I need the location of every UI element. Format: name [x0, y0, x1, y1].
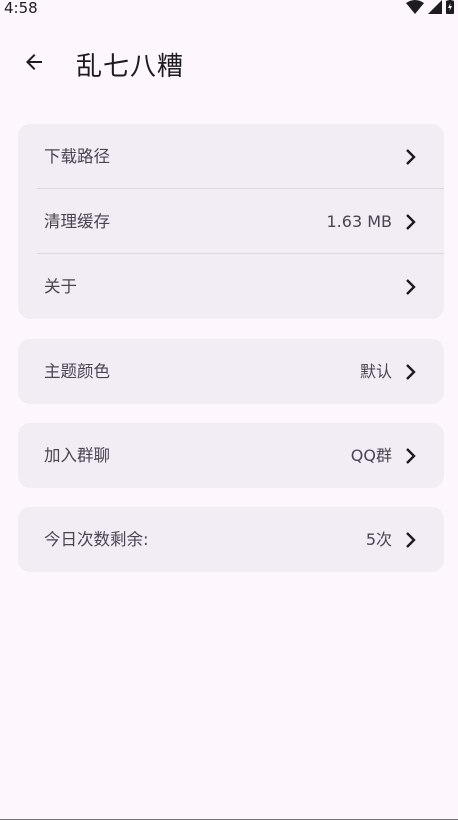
- settings-group-usage: 今日次数剩余: 5次: [18, 507, 444, 572]
- theme-color-value: 默认: [359, 362, 392, 381]
- clear-cache-row[interactable]: 清理缓存 1.63 MB: [18, 189, 444, 254]
- battery-charging-icon: [446, 0, 454, 18]
- status-time: 4:58: [4, 0, 38, 17]
- row-label: 关于: [44, 277, 77, 296]
- qq-group-value: QQ群: [350, 446, 392, 465]
- about-row[interactable]: 关于: [18, 254, 444, 319]
- page-title: 乱七八糟: [76, 52, 185, 82]
- app-bar: 乱七八糟: [0, 30, 458, 98]
- chevron-right-icon: [404, 278, 418, 296]
- settings-group-community: 加入群聊 QQ群: [18, 423, 444, 488]
- chevron-right-icon: [404, 531, 418, 549]
- row-label: 下载路径: [44, 147, 110, 166]
- chevron-right-icon: [404, 363, 418, 381]
- arrow-left-icon: [22, 50, 46, 78]
- join-group-chat-row[interactable]: 加入群聊 QQ群: [18, 423, 444, 488]
- cache-size-value: 1.63 MB: [326, 212, 393, 231]
- chevron-right-icon: [404, 213, 418, 231]
- row-label: 加入群聊: [44, 446, 110, 465]
- status-icons: [406, 0, 454, 16]
- remaining-uses-value: 5次: [365, 530, 392, 549]
- status-bar: 4:58: [0, 0, 458, 18]
- theme-color-row[interactable]: 主题颜色 默认: [18, 339, 444, 404]
- wifi-icon: [406, 0, 424, 18]
- download-path-row[interactable]: 下载路径: [18, 124, 444, 189]
- settings-group-general: 下载路径 清理缓存 1.63 MB 关于: [18, 124, 444, 319]
- back-button[interactable]: [14, 44, 54, 84]
- cell-signal-icon: [428, 0, 442, 18]
- chevron-right-icon: [404, 447, 418, 465]
- chevron-right-icon: [404, 148, 418, 166]
- row-label: 主题颜色: [44, 362, 110, 381]
- row-label: 今日次数剩余:: [44, 530, 149, 549]
- row-label: 清理缓存: [44, 212, 110, 231]
- remaining-uses-row[interactable]: 今日次数剩余: 5次: [18, 507, 444, 572]
- settings-group-theme: 主题颜色 默认: [18, 339, 444, 404]
